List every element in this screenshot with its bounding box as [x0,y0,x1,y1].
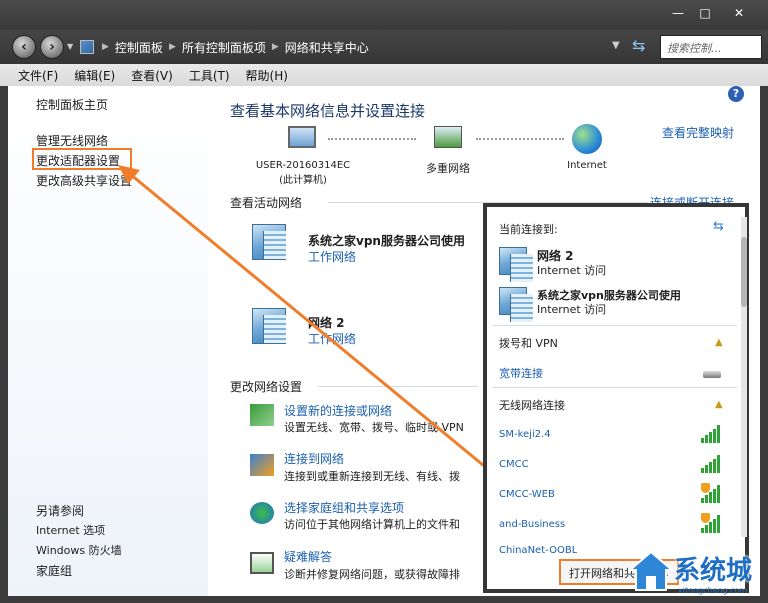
refresh-icon[interactable]: ⇆ [713,219,724,234]
signal-icon [701,425,723,443]
wireless-title: 无线网络连接 [499,399,565,412]
wifi-network[interactable]: CMCC-WEB [499,489,555,500]
collapse-icon[interactable]: ▲ [715,337,723,348]
broadband-connection[interactable]: 宽带连接 [499,365,543,381]
network-icon [499,287,533,322]
wifi-network[interactable]: ChinaNet-QQBL [499,545,577,553]
shield-icon [701,483,710,493]
watermark-url: xitongcheng.com [678,586,748,595]
scrollbar[interactable] [741,217,747,537]
signal-icon [701,455,723,473]
watermark: 系统城 xitongcheng.com [626,548,766,598]
shield-icon [701,513,710,523]
divider [493,387,737,388]
wifi-network[interactable]: CMCC [499,459,529,470]
dial-vpn-title: 拨号和 VPN [499,337,558,350]
house-logo-icon [627,550,675,591]
connection-access: Internet 访问 [537,303,607,316]
divider [493,325,737,326]
watermark-brand: 系统城 [674,556,753,586]
wifi-network[interactable]: and-Business [499,519,565,530]
network-icon [499,247,533,282]
collapse-icon[interactable]: ▲ [715,399,723,410]
modem-icon [703,371,721,378]
network-flyout: 当前连接到: ⇆ 网络 2 Internet 访问 系统之家vpn服务器公司使用… [483,203,749,593]
connection-access: Internet 访问 [537,264,607,277]
wifi-network[interactable]: SM-keji2.4 [499,429,551,440]
current-connections-title: 当前连接到: [499,223,558,236]
